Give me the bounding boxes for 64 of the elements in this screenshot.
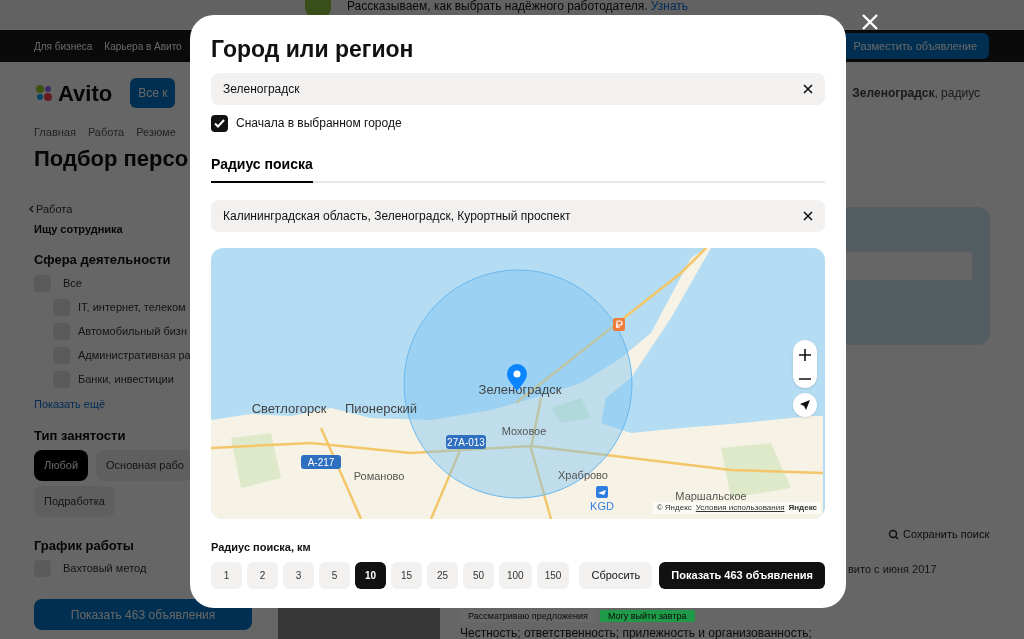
clear-icon[interactable] [803,84,813,94]
status-tag: Рассматриваю предложения [460,610,596,622]
map-city-label: Зеленоградск [478,382,562,397]
status-tag: Могу выйти завтра [599,610,695,622]
logo-text: Avito [58,79,113,108]
page-title: Подбор персо [34,144,189,173]
radius-option[interactable]: 25 [427,561,458,589]
map-city-label: Пионерский [344,401,418,416]
locate-button[interactable] [793,393,817,417]
radius-option[interactable]: 150 [536,561,570,589]
address-field[interactable]: Калининградская область, Зеленоградск, Курортный проспект [211,200,825,232]
zoom-out-icon[interactable] [799,377,811,380]
reset-button[interactable]: Сбросить [579,561,653,589]
checkbox-label: Административная ра [78,348,191,364]
map-brand-text: Яндекс [788,502,817,514]
radius-option[interactable]: 50 [463,561,494,589]
clear-icon[interactable] [803,211,813,221]
checkbox[interactable] [211,114,228,132]
map-city-label: Светлогорск [251,401,327,416]
navigation-arrow-icon [800,400,810,410]
radius-option[interactable]: 10 [355,561,386,589]
radius-tab[interactable]: Радиус поиска [211,154,313,183]
section-label: Ищу сотрудника [34,222,124,237]
radius-option[interactable]: 2 [247,561,278,589]
logo-dots-icon [34,83,54,103]
resume-description: Честность; ответственность; прилежность и организованность; [460,625,812,639]
filter-title: Тип занятости [34,428,127,444]
checkbox-label: Сначала в выбранном городе [236,115,402,132]
nav-link[interactable]: Карьера в Авито [104,38,182,54]
checkbox-label: Банки, инвестиции [78,372,174,388]
check-icon [214,118,225,128]
terms-link[interactable]: Условия использования [695,502,785,514]
filter-chip[interactable]: Любой [34,450,89,481]
seller-since-text: вито с июня 2017 [848,562,937,577]
radius-option[interactable]: 15 [391,561,422,589]
map-town-label: Маршальское [675,490,747,502]
radius-option[interactable]: 100 [499,561,532,589]
map[interactable]: Зеленоградск Светлогорск Пионерский Моховое 27А-013 А-217 Романово Храброво KGD Маршальское © Яндекс Условия использования Яндекс [211,248,825,519]
map-town-label: Моховое [501,425,547,437]
search-icon [888,528,899,540]
airport-label: KGD [590,486,614,512]
filter-title: Сфера деятельности [34,251,172,268]
radius-option[interactable]: 1 [211,561,242,589]
radius-label: Радиус поиска, км [211,540,312,555]
promo-text: Рассказываем, как выбрать надёжного работодателя. Узнать [347,0,689,13]
city-search-field[interactable]: Зеленоградск [211,73,825,105]
checkbox-label: Вахтовый метод [63,560,147,576]
road-number-label: 27А-013 [446,435,486,449]
currency-sign-icon [613,318,625,331]
map-town-label: Романово [353,470,405,482]
map-town-label: Храброво [558,469,608,481]
copyright-text: © Яндекс [656,502,692,514]
show-listings-button[interactable]: Показать 463 объявления [659,561,825,589]
dialog-title: Город или регион [211,35,415,64]
checkbox-label: Автомобильный бизн [78,324,187,340]
checkbox-label: IT, интернет, телеком [78,300,186,316]
road-number-label: А-217 [301,455,341,469]
zoom-in-icon[interactable] [799,348,811,361]
chevron-left-icon [28,204,34,213]
radius-option[interactable]: 3 [283,561,314,589]
radius-option[interactable]: 5 [319,561,350,589]
nav-link[interactable]: Для бизнеса [34,38,93,54]
checkbox-label: Все [63,276,82,292]
close-button[interactable] [860,12,880,32]
